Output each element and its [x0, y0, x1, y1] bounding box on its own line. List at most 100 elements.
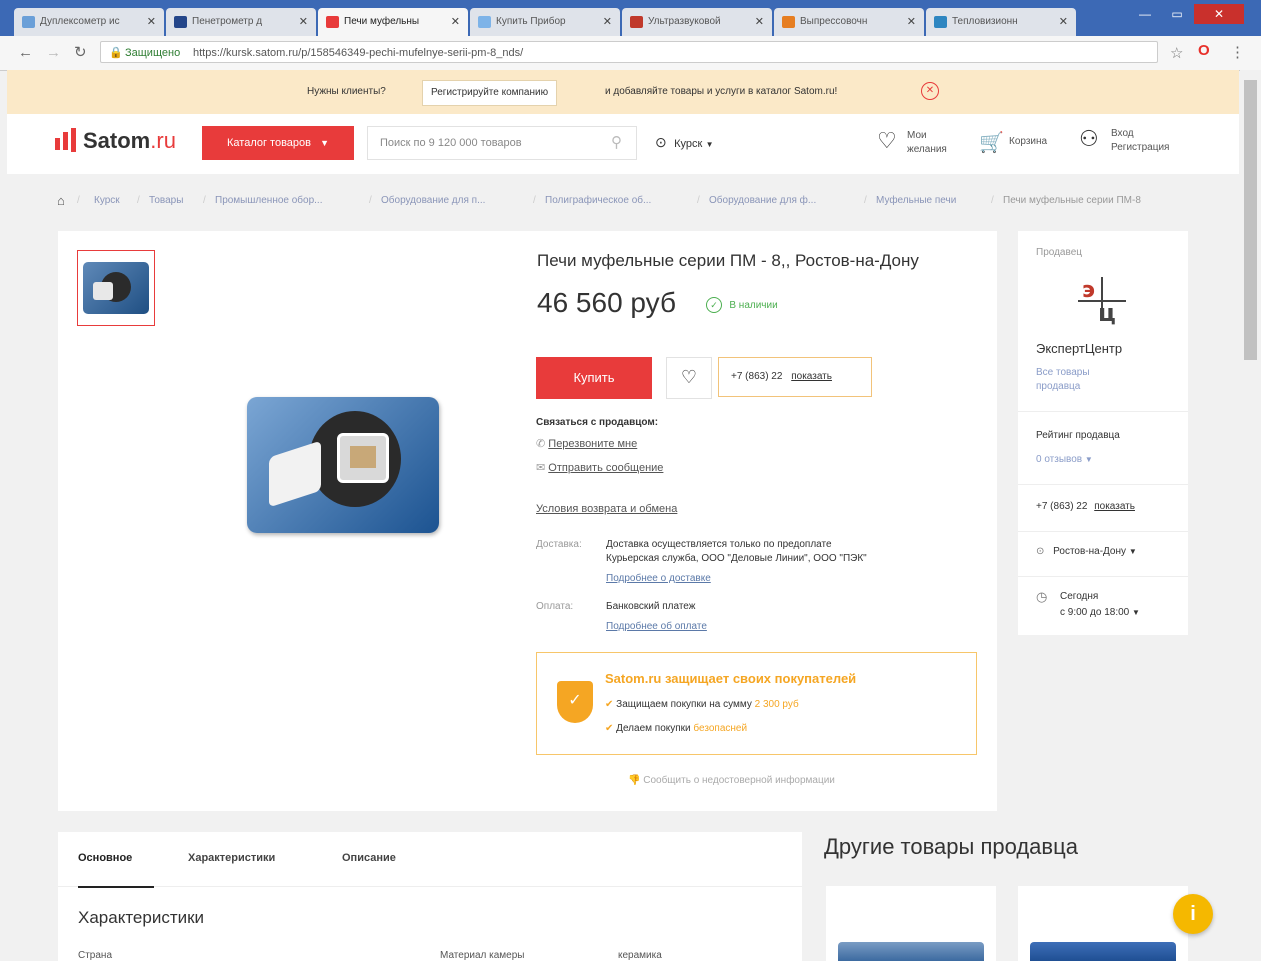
seller-all-products-link[interactable]: Все товары: [1036, 367, 1090, 378]
other-product-image: [1030, 942, 1176, 961]
opera-icon[interactable]: O: [1198, 42, 1210, 59]
favicon-icon: [478, 16, 491, 28]
breadcrumb-item[interactable]: Полиграфическое об...: [545, 195, 651, 206]
breadcrumb-item[interactable]: Промышленное обор...: [215, 195, 323, 206]
seller-reviews-link[interactable]: 0 отзывов ▼: [1036, 454, 1093, 465]
close-tab-icon[interactable]: ✕: [603, 15, 612, 28]
close-tab-icon[interactable]: ✕: [907, 15, 916, 28]
caret-down-icon: ▼: [705, 140, 714, 149]
buy-button[interactable]: Купить: [536, 357, 652, 399]
browser-tab[interactable]: Тепловизионн ✕: [926, 8, 1076, 36]
browser-tab-active[interactable]: Печи муфельны ✕: [318, 8, 468, 36]
search-icon[interactable]: ⚲: [611, 127, 622, 159]
breadcrumb-separator: /: [533, 195, 536, 206]
menu-dots-icon[interactable]: ⋮: [1230, 43, 1245, 61]
add-to-wishlist-button[interactable]: ♡: [666, 357, 712, 399]
catalog-button[interactable]: Каталог товаров ▼: [202, 126, 354, 160]
tab-main[interactable]: Основное: [78, 852, 132, 864]
close-window-icon[interactable]: ✕: [1194, 4, 1244, 24]
check-circle-icon: ✓: [706, 297, 722, 313]
product-main-image[interactable]: [247, 397, 439, 533]
report-link[interactable]: 👎 Сообщить о недостоверной информации: [628, 775, 835, 786]
caret-down-icon: ▼: [1128, 547, 1137, 556]
breadcrumb-item[interactable]: Оборудование для ф...: [709, 195, 816, 206]
reviews-label[interactable]: 0 отзывов: [1036, 454, 1082, 465]
other-product-card[interactable]: [1018, 886, 1188, 961]
login-label[interactable]: Вход: [1111, 128, 1134, 139]
location-pin-icon: ⊙: [1036, 546, 1045, 557]
furnace-thumbnail-image: [83, 262, 149, 314]
protection-highlight: безопасней: [693, 723, 748, 734]
close-tab-icon[interactable]: ✕: [755, 15, 764, 28]
seller-phone-block: +7 (863) 22 показать: [1018, 484, 1188, 531]
other-product-card[interactable]: [826, 886, 996, 961]
close-tab-icon[interactable]: ✕: [147, 15, 156, 28]
logo-main-text: Satom: [83, 128, 151, 153]
close-tab-icon[interactable]: ✕: [299, 15, 308, 28]
back-icon[interactable]: ←: [18, 44, 33, 61]
message-link[interactable]: ✉ Отправить сообщение: [536, 461, 663, 474]
protection-line: Защищаем покупки на сумму: [616, 699, 752, 710]
browser-tab[interactable]: Выпрессовочн ✕: [774, 8, 924, 36]
close-promo-icon[interactable]: ✕: [921, 82, 939, 100]
minimize-window-icon[interactable]: —: [1130, 4, 1160, 24]
callback-label[interactable]: Перезвоните мне: [548, 438, 637, 450]
close-tab-icon[interactable]: ✕: [451, 15, 460, 28]
cart-link[interactable]: 🛒 Корзина: [979, 130, 1069, 158]
seller-city-block[interactable]: ⊙ Ростов-на-Дону ▼: [1018, 531, 1188, 576]
report-label[interactable]: Сообщить о недостоверной информации: [643, 775, 835, 786]
payment-text: Банковский платеж: [606, 601, 696, 612]
search-input[interactable]: Поиск по 9 120 000 товаров ⚲: [367, 126, 637, 160]
breadcrumb-item[interactable]: Курск: [94, 195, 120, 206]
callback-link[interactable]: ✆ Перезвоните мне: [536, 437, 637, 450]
forward-icon[interactable]: →: [46, 44, 61, 61]
wishlist-link[interactable]: ♡ Мои желания: [877, 128, 967, 160]
page-scrollbar[interactable]: [1240, 70, 1261, 961]
maximize-window-icon[interactable]: ▭: [1162, 4, 1192, 24]
spec-value: керамика: [618, 950, 662, 961]
tab-label: Тепловизионн: [952, 16, 1018, 27]
browser-tab[interactable]: Дуплексометр ис ✕: [14, 8, 164, 36]
delivery-more-link[interactable]: Подробнее о доставке: [606, 573, 711, 584]
breadcrumb-item[interactable]: Товары: [149, 195, 183, 206]
city-selector[interactable]: ⊙ Курск ▼: [655, 134, 714, 151]
tab-label: Выпрессовочн: [800, 16, 868, 27]
message-label[interactable]: Отправить сообщение: [548, 462, 663, 474]
url-field[interactable]: 🔒 Защищено https://kursk.satom.ru/p/1585…: [100, 41, 1158, 63]
browser-tab[interactable]: Пенетрометр д ✕: [166, 8, 316, 36]
tab-label: Дуплексометр ис: [40, 16, 120, 27]
seller-phone: +7 (863) 22: [1036, 501, 1088, 512]
seller-rating-block: Рейтинг продавца 0 отзывов ▼: [1018, 411, 1188, 484]
show-phone-link[interactable]: показать: [791, 371, 832, 382]
seller-hours: с 9:00 до 18:00: [1060, 607, 1130, 618]
location-pin-icon: ⊙: [655, 134, 667, 150]
browser-tab[interactable]: Купить Прибор ✕: [470, 8, 620, 36]
tab-description[interactable]: Описание: [342, 852, 396, 864]
breadcrumb-item[interactable]: Муфельные печи: [876, 195, 956, 206]
browser-tab[interactable]: Ультразвуковой ✕: [622, 8, 772, 36]
tab-characteristics[interactable]: Характеристики: [188, 852, 275, 864]
product-thumbnail[interactable]: [77, 250, 155, 326]
register-label[interactable]: Регистрация: [1111, 142, 1169, 153]
search-placeholder: Поиск по 9 120 000 товаров: [380, 137, 522, 149]
seller-name[interactable]: ЭкспертЦентр: [1036, 341, 1122, 356]
login-link[interactable]: ⚇ Вход Регистрация: [1079, 126, 1219, 158]
seller-show-phone-link[interactable]: показать: [1094, 501, 1135, 512]
seller-logo-image: э ц: [1078, 277, 1126, 327]
close-tab-icon[interactable]: ✕: [1059, 15, 1068, 28]
favicon-icon: [934, 16, 947, 28]
seller-logo[interactable]: э ц: [1074, 273, 1130, 327]
payment-more-link[interactable]: Подробнее об оплате: [606, 621, 707, 632]
seller-hours-block[interactable]: ◷ Сегодня с 9:00 до 18:00 ▼: [1018, 576, 1188, 635]
tab-label: Купить Прибор: [496, 16, 566, 27]
phone-reveal[interactable]: +7 (863) 22 показать: [718, 357, 872, 397]
register-company-button[interactable]: Регистрируйте компанию: [422, 80, 558, 106]
return-terms-link[interactable]: Условия возврата и обмена: [536, 503, 677, 515]
reload-icon[interactable]: ↻: [74, 43, 87, 61]
seller-all-products-link[interactable]: продавца: [1036, 381, 1080, 392]
home-icon[interactable]: ⌂: [57, 193, 65, 208]
info-help-icon[interactable]: i: [1173, 894, 1213, 934]
breadcrumb-item[interactable]: Оборудование для п...: [381, 195, 485, 206]
bookmark-star-icon[interactable]: ☆: [1170, 44, 1183, 62]
scrollbar-thumb[interactable]: [1244, 80, 1257, 360]
